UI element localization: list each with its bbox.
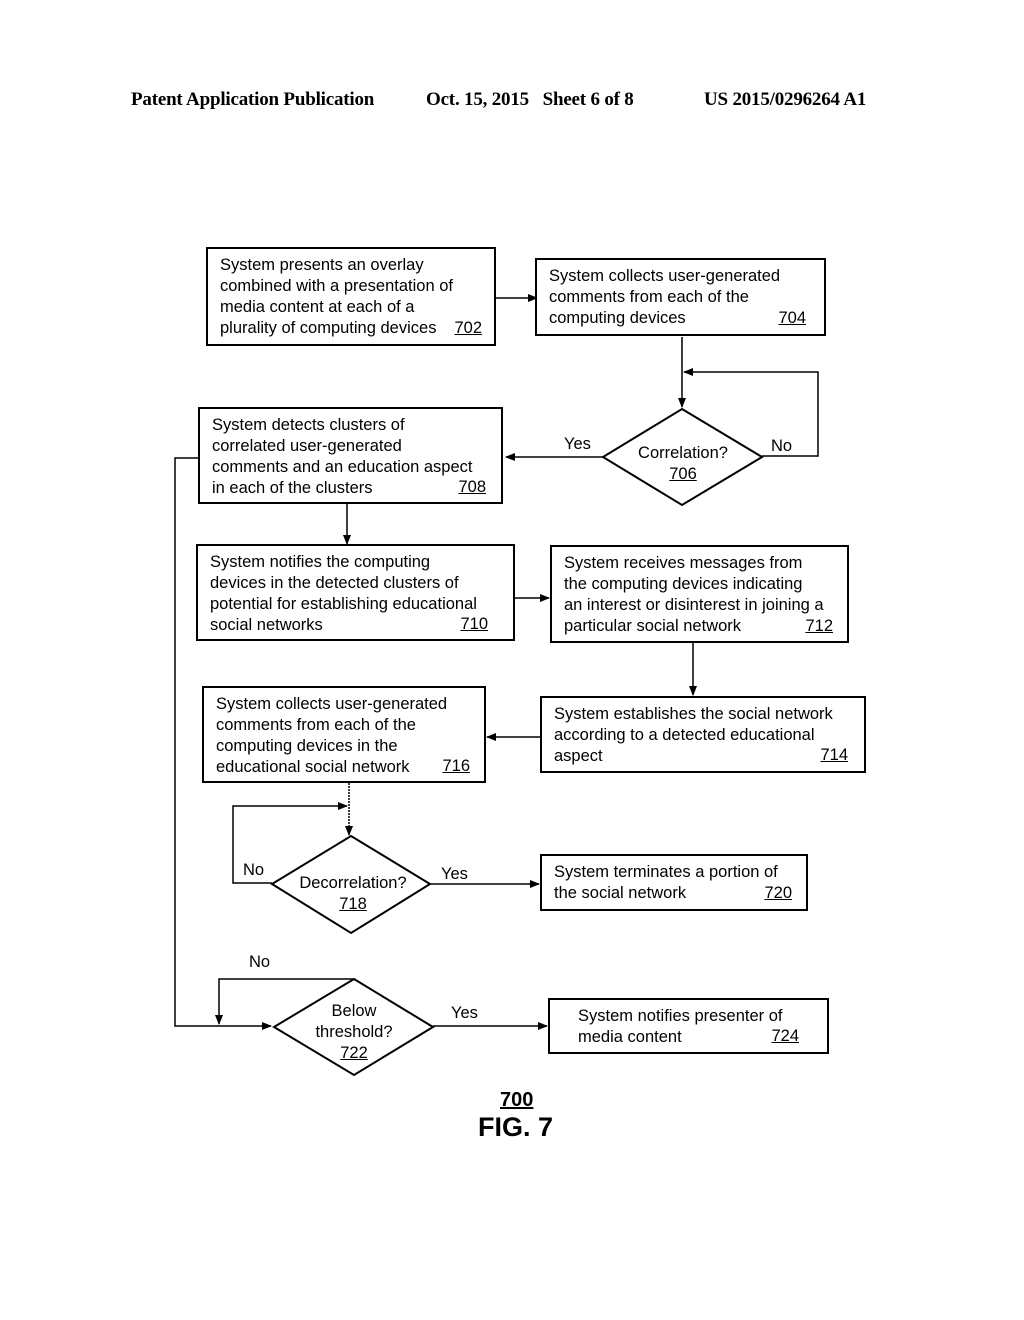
- decision-text: Below: [331, 1002, 377, 1020]
- step-ref: 718: [339, 895, 367, 913]
- box-text: the computing devices indicating: [564, 575, 803, 593]
- box-text: comments from each of the: [549, 288, 749, 306]
- step-ref: 724: [771, 1027, 799, 1045]
- process-box-704: System collects user-generated comments …: [535, 258, 826, 336]
- box-text: aspect: [554, 747, 603, 765]
- box-text: in each of the clusters: [212, 479, 373, 497]
- process-box-710: System notifies the computing devices in…: [196, 544, 515, 641]
- box-text: System notifies presenter of: [578, 1007, 783, 1025]
- decision-text: Decorrelation?: [299, 874, 407, 892]
- box-text: according to a detected educational: [554, 726, 815, 744]
- decision-722: Below threshold? 722: [294, 1001, 414, 1064]
- edge-label-no-718: No: [243, 861, 265, 879]
- step-ref: 704: [778, 309, 806, 327]
- box-text: comments and an education aspect: [212, 458, 473, 476]
- process-box-712: System receives messages from the comput…: [550, 545, 849, 643]
- box-text: social networks: [210, 616, 323, 634]
- box-text: comments from each of the: [216, 716, 416, 734]
- box-text: System presents an overlay: [220, 256, 424, 274]
- box-text: correlated user-generated: [212, 437, 402, 455]
- edge-label-yes-706: Yes: [564, 435, 591, 453]
- decision-706: Correlation? 706: [623, 443, 743, 485]
- decision-718: Decorrelation? 718: [290, 873, 416, 915]
- box-text: the social network: [554, 884, 687, 902]
- process-box-702: System presents an overlay combined with…: [206, 247, 496, 346]
- box-text: an interest or disinterest in joining a: [564, 596, 824, 614]
- step-ref: 710: [460, 615, 488, 633]
- box-text: System establishes the social network: [554, 705, 833, 723]
- step-ref: 702: [454, 319, 482, 337]
- decision-text: Correlation?: [638, 444, 728, 462]
- step-ref: 708: [458, 478, 486, 496]
- box-text: devices in the detected clusters of: [210, 574, 459, 592]
- step-ref: 720: [764, 884, 792, 902]
- edge-label-yes-722: Yes: [451, 1004, 478, 1022]
- box-text: System terminates a portion of: [554, 863, 778, 881]
- box-text: System collects user-generated: [549, 267, 781, 285]
- step-ref: 714: [820, 746, 848, 764]
- process-box-708: System detects clusters of correlated us…: [198, 407, 503, 504]
- box-text: System receives messages from: [564, 554, 803, 572]
- step-ref: 722: [340, 1044, 368, 1062]
- box-text: System detects clusters of: [212, 416, 405, 434]
- box-text: System notifies the computing: [210, 553, 431, 571]
- edge-label-yes-718: Yes: [441, 865, 468, 883]
- box-text: computing devices in the: [216, 737, 398, 755]
- box-text: combined with a presentation of: [220, 277, 453, 295]
- box-text: System collects user-generated: [216, 695, 448, 713]
- step-ref: 712: [805, 617, 833, 635]
- figure-title: FIG. 7: [478, 1112, 554, 1142]
- box-text: particular social network: [564, 617, 741, 635]
- process-box-714: System establishes the social network ac…: [540, 696, 866, 773]
- edge-label-no-706: No: [771, 437, 793, 455]
- decision-text: threshold?: [315, 1023, 393, 1041]
- process-box-716: System collects user-generated comments …: [202, 686, 486, 783]
- box-text: media content at each of a: [220, 298, 415, 316]
- box-text: computing devices: [549, 309, 686, 327]
- figure-reference: 700: [500, 1089, 534, 1111]
- step-ref: 706: [669, 465, 697, 483]
- box-text: plurality of computing devices: [220, 319, 437, 337]
- process-box-720: System terminates a portion of the socia…: [540, 854, 808, 911]
- box-text: educational social network: [216, 758, 410, 776]
- box-text: potential for establishing educational: [210, 595, 477, 613]
- process-box-724: System notifies presenter of media conte…: [548, 998, 829, 1054]
- edge-label-no-722: No: [249, 953, 271, 971]
- step-ref: 716: [442, 757, 470, 775]
